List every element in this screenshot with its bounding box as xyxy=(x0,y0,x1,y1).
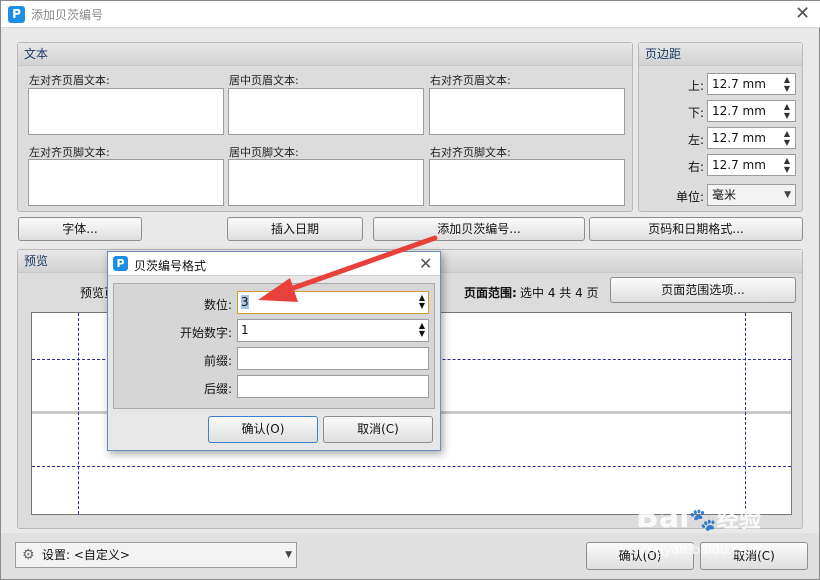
watermark-brand: Bai🐾经验 xyxy=(636,500,761,535)
watermark-brand-text-2: 经验 xyxy=(716,508,761,533)
watermark-brand-text: Bai xyxy=(636,500,690,535)
annotation-arrow-icon xyxy=(258,235,438,302)
watermark-url: jingyan.baidu.com xyxy=(640,543,760,558)
paw-icon: 🐾 xyxy=(689,508,717,533)
